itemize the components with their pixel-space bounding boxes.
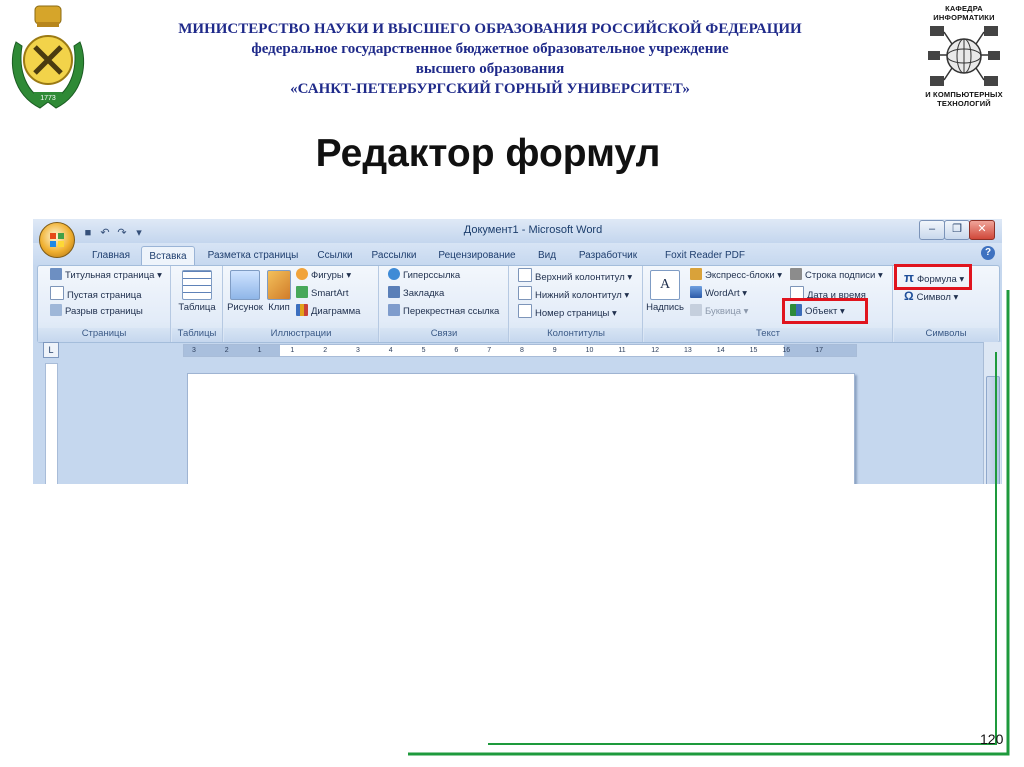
- ruler-label: 3: [356, 347, 360, 354]
- blank-page-icon: [50, 286, 64, 300]
- education-level: высшего образования: [415, 61, 565, 77]
- shapes-button[interactable]: Фигуры ▾: [296, 268, 351, 284]
- office-logo-icon: [50, 233, 64, 247]
- cover-page-label: Титульная страница: [65, 270, 155, 281]
- signature-line-label: Строка подписи: [805, 270, 876, 281]
- signature-line-button[interactable]: Строка подписи ▾: [790, 268, 883, 284]
- tab-page-layout[interactable]: Разметка страницы: [203, 246, 303, 265]
- table-button[interactable]: Таблица: [176, 270, 218, 313]
- quick-parts-label: Экспресс-блоки: [705, 270, 775, 281]
- page-break-icon: [50, 304, 62, 316]
- title-bar: ■ ↶ ↷ ▾ Документ1 - Microsoft Word – ❐ ✕: [33, 219, 1002, 243]
- tab-foxit[interactable]: Foxit Reader PDF: [661, 246, 749, 265]
- tab-home[interactable]: Главная: [87, 246, 135, 265]
- clip-label: Клип: [268, 302, 290, 313]
- ministry-heading: МИНИСТЕРСТВО НАУКИ И ВЫСШЕГО ОБРАЗОВАНИЯ…: [178, 21, 802, 37]
- hyperlink-icon: [388, 268, 400, 280]
- table-icon: [182, 270, 212, 300]
- institution-type: федеральное государственное бюджетное об…: [251, 41, 729, 57]
- picture-label: Рисунок: [227, 302, 263, 313]
- header-icon: [518, 268, 532, 282]
- office-button[interactable]: [39, 222, 75, 258]
- tab-mailings[interactable]: Рассылки: [367, 246, 421, 265]
- ruler-label: 4: [388, 347, 393, 354]
- blank-page-button[interactable]: Пустая страница: [50, 286, 141, 302]
- chart-button[interactable]: Диаграмма: [296, 304, 360, 320]
- header-button[interactable]: Верхний колонтитул ▾: [518, 268, 632, 284]
- chart-label: Диаграмма: [311, 306, 361, 317]
- group-label-tables: Таблицы: [172, 328, 222, 342]
- redo-icon[interactable]: ↷: [115, 226, 129, 240]
- university-name: «САНКТ-ПЕТЕРБУРГСКИЙ ГОРНЫЙ УНИВЕРСИТЕТ»: [290, 81, 690, 97]
- ruler-label: 1: [290, 347, 295, 354]
- ribbon-tabs: Главная Вставка Разметка страницы Ссылки…: [33, 243, 1002, 266]
- header-label: Верхний колонтитул: [535, 272, 625, 283]
- decorative-green-lines: [408, 290, 1010, 756]
- blank-page-label: Пустая страница: [67, 290, 142, 301]
- group-tables: Таблица Таблицы: [172, 266, 223, 342]
- table-label: Таблица: [178, 302, 216, 313]
- department-label-line1: КАФЕДРА: [945, 4, 983, 13]
- close-icon[interactable]: ✕: [969, 220, 995, 240]
- picture-button[interactable]: Рисунок: [226, 270, 264, 313]
- bookmark-icon: [388, 286, 400, 298]
- quick-parts-button[interactable]: Экспресс-блоки ▾: [690, 268, 782, 284]
- quick-access-toolbar: ■ ↶ ↷ ▾: [81, 223, 149, 239]
- department-label-line3: И КОМПЬЮТЕРНЫХ: [925, 90, 1003, 99]
- smartart-label: SmartArt: [311, 288, 349, 299]
- undo-icon[interactable]: ↶: [98, 226, 112, 240]
- page-number: 120: [980, 731, 1004, 747]
- tab-developer[interactable]: Разработчик: [573, 246, 643, 265]
- computer-network-icon: [928, 26, 1000, 86]
- tab-view[interactable]: Вид: [533, 246, 561, 265]
- shapes-label: Фигуры: [311, 270, 344, 281]
- smartart-icon: [296, 286, 308, 298]
- picture-icon: [230, 270, 260, 300]
- chart-icon: [296, 304, 308, 316]
- hyperlink-label: Гиперссылка: [403, 270, 461, 281]
- shapes-icon: [296, 268, 308, 280]
- ruler-left-margin: [184, 345, 280, 356]
- group-label-pages: Страницы: [38, 328, 170, 342]
- restore-icon[interactable]: ❐: [944, 220, 970, 240]
- slide-title: Редактор формул: [315, 132, 661, 175]
- minimize-icon[interactable]: –: [919, 220, 945, 240]
- vertical-ruler: [45, 363, 58, 484]
- ruler-label: 2: [323, 347, 328, 354]
- group-pages: Титульная страница ▾ Пустая страница Раз…: [38, 266, 171, 342]
- hyperlink-button[interactable]: Гиперссылка: [388, 268, 460, 284]
- page-break-label: Разрыв страницы: [65, 306, 143, 317]
- equation-highlight: [894, 264, 972, 290]
- department-logo: КАФЕДРА ИНФОРМАТИКИ И КОМПЬЮТЕРНЫХ ТЕХНО…: [916, 4, 1012, 116]
- svg-text:1773: 1773: [40, 95, 56, 102]
- clip-button[interactable]: Клип: [266, 270, 292, 313]
- page-break-button[interactable]: Разрыв страницы: [50, 304, 143, 320]
- department-label-line2: ИНФОРМАТИКИ: [933, 13, 995, 22]
- ruler-label: 1: [257, 347, 262, 354]
- smartart-button[interactable]: SmartArt: [296, 286, 348, 302]
- tab-selector-button[interactable]: L: [43, 342, 59, 358]
- ruler-label: 2: [224, 347, 229, 354]
- clip-icon: [267, 270, 291, 300]
- tab-insert[interactable]: Вставка: [141, 246, 195, 266]
- quick-parts-icon: [690, 268, 702, 280]
- cover-page-icon: [50, 268, 62, 280]
- group-illustrations: Рисунок Клип Фигуры ▾ SmartArt Диаграмма…: [224, 266, 379, 342]
- window-title: Документ1 - Microsoft Word: [463, 224, 603, 236]
- tab-references[interactable]: Ссылки: [313, 246, 357, 265]
- customize-qat-icon[interactable]: ▾: [132, 226, 146, 240]
- group-label-illustrations: Иллюстрации: [224, 328, 378, 342]
- tab-review[interactable]: Рецензирование: [429, 246, 525, 265]
- department-label-line4: ТЕХНОЛОГИЙ: [937, 99, 991, 108]
- ruler-label: 3: [192, 347, 196, 354]
- university-emblem: 1773: [11, 5, 85, 109]
- cross-reference-icon: [388, 304, 400, 316]
- cover-page-button[interactable]: Титульная страница ▾: [50, 268, 162, 284]
- signature-line-icon: [790, 268, 802, 280]
- help-icon[interactable]: ?: [981, 246, 995, 260]
- save-icon[interactable]: ■: [81, 226, 95, 240]
